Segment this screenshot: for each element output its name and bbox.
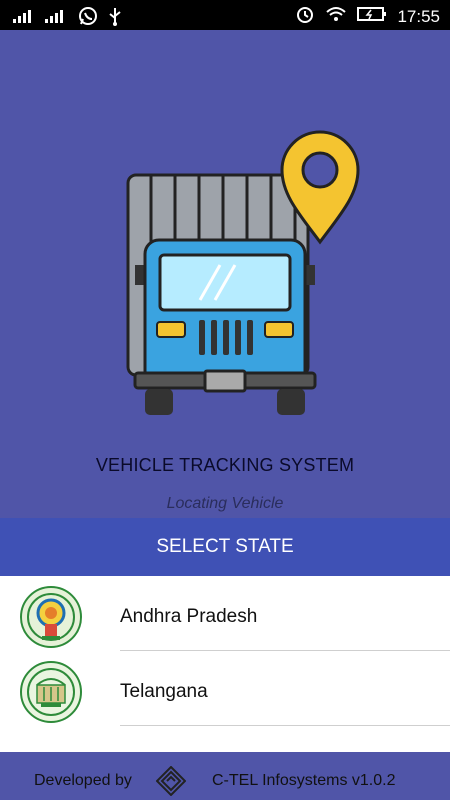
usb-icon	[108, 6, 122, 31]
select-state-header: SELECT STATE	[0, 518, 450, 576]
truck-illustration	[125, 125, 365, 430]
footer: Developed by C-TEL Infosystems v1.0.2	[0, 752, 450, 800]
app-title: VEHICLE TRACKING SYSTEM	[95, 455, 355, 475]
ctel-logo-icon	[155, 765, 187, 800]
state-item-andhra-pradesh[interactable]: Andhra Pradesh	[0, 576, 450, 651]
signal-icon	[12, 8, 34, 29]
signal-2-icon	[44, 8, 68, 29]
state-label: Telangana	[120, 681, 208, 702]
state-label: Andhra Pradesh	[120, 606, 258, 627]
company-version-label: C-TEL Infosystems v1.0.2	[212, 772, 396, 789]
andhra-pradesh-emblem-icon	[20, 586, 82, 648]
locating-status: Locating Vehicle	[166, 495, 284, 512]
divider	[120, 725, 450, 726]
state-list: Andhra Pradesh Telangana	[0, 576, 450, 752]
status-bar: 17:55	[0, 0, 450, 30]
state-item-telangana[interactable]: Telangana	[0, 651, 450, 726]
wifi-icon	[325, 5, 347, 28]
telangana-emblem-icon	[20, 661, 82, 723]
battery-icon	[357, 6, 387, 27]
developed-by-label: Developed by	[34, 772, 132, 789]
alarm-icon	[295, 4, 315, 29]
clock-time: 17:55	[397, 6, 440, 26]
whatsapp-icon	[78, 6, 98, 31]
hero-section: VEHICLE TRACKING SYSTEM Locating Vehicle	[0, 30, 450, 518]
